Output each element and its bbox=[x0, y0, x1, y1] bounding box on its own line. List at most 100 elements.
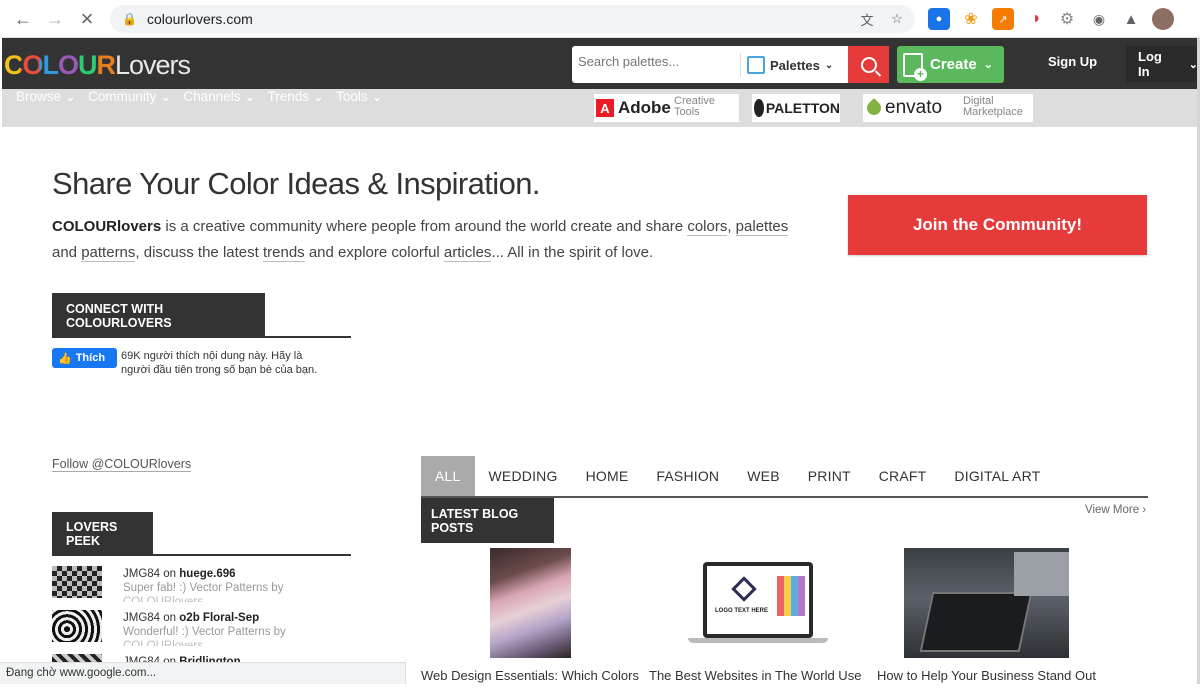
join-community-button[interactable]: Join the Community! bbox=[848, 195, 1147, 255]
blog-post-title[interactable]: The Best Websites in The World Use bbox=[649, 668, 861, 683]
logo-mark-icon bbox=[731, 576, 757, 602]
address-url[interactable]: colourlovers.com bbox=[147, 11, 253, 27]
peek-user-link[interactable]: JMG84 bbox=[123, 612, 160, 624]
search-button[interactable] bbox=[848, 46, 889, 83]
nav-trends[interactable]: Trends ⌄ bbox=[268, 89, 325, 105]
nav-tools[interactable]: Tools ⌄ bbox=[336, 89, 383, 105]
blog-image-color-swatches[interactable] bbox=[490, 548, 571, 658]
link-palettes[interactable]: palettes bbox=[735, 218, 789, 236]
nav-community[interactable]: Community ⌄ bbox=[88, 89, 171, 105]
peek-item[interactable]: JMG84 on huege.696 Super fab! :) Vector … bbox=[52, 566, 352, 602]
peek-pattern-link[interactable]: huege.696 bbox=[179, 568, 235, 580]
translate-icon[interactable]: 文 bbox=[857, 9, 877, 29]
sponsor-adobe[interactable]: A Adobe Creative Tools bbox=[594, 94, 739, 122]
laptop-screen: LOGO TEXT HERE bbox=[703, 562, 813, 638]
logo-colour-text: COLOUR bbox=[4, 50, 116, 80]
connect-heading: CONNECT WITH COLOURLOVERS bbox=[52, 293, 265, 338]
facebook-like-label: Thích bbox=[75, 352, 106, 364]
pattern-thumbnail bbox=[52, 654, 102, 662]
chevron-down-icon: ⌄ bbox=[824, 59, 834, 71]
site-header: COLOURLovers Palettes ⌄ Create ⌄ Sign Up… bbox=[2, 38, 1198, 89]
tab-all[interactable]: ALL bbox=[421, 456, 475, 496]
forward-icon[interactable]: → bbox=[40, 4, 70, 34]
stop-loading-icon[interactable]: × bbox=[72, 4, 102, 34]
extensions-puzzle-icon[interactable]: ▲ bbox=[1120, 8, 1142, 30]
bookmark-star-icon[interactable]: ☆ bbox=[887, 9, 907, 29]
extension-chart-icon[interactable]: ↗ bbox=[992, 8, 1014, 30]
tab-web[interactable]: WEB bbox=[733, 456, 794, 496]
profile-avatar[interactable] bbox=[1152, 8, 1174, 30]
search-type-dropdown[interactable]: Palettes ⌄ bbox=[740, 53, 833, 77]
link-colors[interactable]: colors bbox=[687, 218, 728, 236]
tab-fashion[interactable]: FASHION bbox=[642, 456, 733, 496]
pattern-thumbnail bbox=[52, 610, 102, 642]
lovers-peek-heading: LOVERS PEEK bbox=[52, 512, 153, 556]
palette-type-icon bbox=[747, 56, 765, 74]
tab-print[interactable]: PRINT bbox=[794, 456, 865, 496]
thumbs-up-icon: 👍 bbox=[58, 352, 72, 365]
peek-item[interactable]: JMG84 on o2b Floral-Sep Wonderful! :) Ve… bbox=[52, 610, 352, 646]
laptop-screen-text: LOGO TEXT HERE bbox=[715, 608, 769, 614]
log-in-label: Log In bbox=[1138, 49, 1162, 79]
intro-paragraph: COLOURlovers is a creative community whe… bbox=[52, 218, 789, 262]
log-in-button[interactable]: Log In ⌄ bbox=[1126, 46, 1198, 82]
search-icon bbox=[860, 56, 877, 73]
search-input[interactable] bbox=[578, 54, 733, 69]
blog-image-laptop[interactable]: LOGO TEXT HERE bbox=[688, 548, 828, 658]
extension-drop-icon[interactable]: ● bbox=[928, 8, 950, 30]
sub-navigation: Browse ⌄ Community ⌄ Channels ⌄ Trends ⌄… bbox=[2, 89, 1198, 127]
link-trends[interactable]: trends bbox=[262, 244, 305, 262]
chevron-down-icon: ⌄ bbox=[983, 59, 993, 71]
view-more-link[interactable]: View More › bbox=[1085, 504, 1146, 516]
paletton-name: PALETTON bbox=[765, 100, 840, 116]
palette-search-box: Palettes ⌄ bbox=[572, 46, 848, 83]
nav-channels[interactable]: Channels ⌄ bbox=[183, 89, 255, 105]
pattern-thumbnail bbox=[52, 566, 102, 598]
adobe-logo-icon: A bbox=[596, 99, 614, 117]
search-type-label: Palettes bbox=[770, 57, 820, 73]
peek-item-header: JMG84 on o2b Floral-Sep bbox=[123, 612, 260, 624]
link-patterns[interactable]: patterns bbox=[81, 244, 136, 262]
tab-craft[interactable]: CRAFT bbox=[865, 456, 941, 496]
laptop-silhouette bbox=[919, 592, 1033, 652]
address-bar[interactable]: 🔒 colourlovers.com 文 ☆ bbox=[110, 5, 915, 33]
adobe-name: Adobe bbox=[618, 98, 671, 117]
nav-browse[interactable]: Browse ⌄ bbox=[16, 89, 76, 105]
sponsor-paletton[interactable]: PALETTON bbox=[752, 94, 840, 122]
peek-user-link[interactable]: JMG84 bbox=[123, 568, 160, 580]
extension-camera-icon[interactable]: ◉ bbox=[1088, 8, 1110, 30]
adobe-subtitle: Creative Tools bbox=[674, 95, 715, 118]
back-icon[interactable]: ← bbox=[8, 4, 38, 34]
peek-comment: Wonderful! :) Vector Patterns by bbox=[123, 626, 286, 638]
extension-circle-icon[interactable]: ◑ bbox=[1024, 8, 1046, 30]
brand-name: COLOURlovers bbox=[52, 218, 162, 235]
facebook-like-button[interactable]: 👍 Thích bbox=[52, 348, 117, 368]
blog-post-title[interactable]: How to Help Your Business Stand Out bbox=[877, 668, 1096, 683]
tab-home[interactable]: HOME bbox=[572, 456, 643, 496]
color-palette-grid bbox=[777, 576, 805, 616]
lock-icon: 🔒 bbox=[122, 12, 137, 26]
tab-wedding[interactable]: WEDDING bbox=[475, 456, 572, 496]
create-button[interactable]: Create ⌄ bbox=[897, 46, 1004, 83]
envato-name: envato bbox=[885, 97, 943, 118]
tab-digital-art[interactable]: DIGITAL ART bbox=[940, 456, 1054, 496]
paletton-logo-icon bbox=[754, 99, 764, 117]
follow-twitter-link[interactable]: Follow @COLOURlovers bbox=[52, 457, 192, 472]
site-logo[interactable]: COLOURLovers bbox=[4, 50, 191, 81]
peek-comment-more: COLOURlovers bbox=[123, 596, 203, 602]
extension-gear-icon[interactable]: ⚙ bbox=[1056, 8, 1078, 30]
blog-post-title[interactable]: Web Design Essentials: Which Colors bbox=[421, 668, 639, 683]
sign-up-link[interactable]: Sign Up bbox=[1048, 54, 1097, 69]
facebook-like-count: 69K người thích nội dung này. Hãy là ngư… bbox=[121, 350, 318, 376]
logo-lovers-text: Lovers bbox=[115, 50, 191, 80]
blog-image-workspace[interactable] bbox=[904, 548, 1069, 658]
page-title: Share Your Color Ideas & Inspiration. bbox=[52, 166, 541, 201]
peek-pattern-link[interactable]: o2b Floral-Sep bbox=[179, 612, 259, 624]
browser-toolbar: ← → × 🔒 colourlovers.com 文 ☆ ● ❀ ↗ ◑ ⚙ ◉… bbox=[0, 0, 1200, 38]
monitor-silhouette bbox=[1014, 552, 1069, 596]
latest-blog-heading: LATEST BLOG POSTS bbox=[421, 498, 554, 543]
sponsor-envato[interactable]: envato Digital Marketplace bbox=[863, 94, 1033, 122]
create-doc-icon bbox=[903, 52, 927, 81]
link-articles[interactable]: articles bbox=[443, 244, 492, 262]
extension-flower-icon[interactable]: ❀ bbox=[960, 8, 982, 30]
